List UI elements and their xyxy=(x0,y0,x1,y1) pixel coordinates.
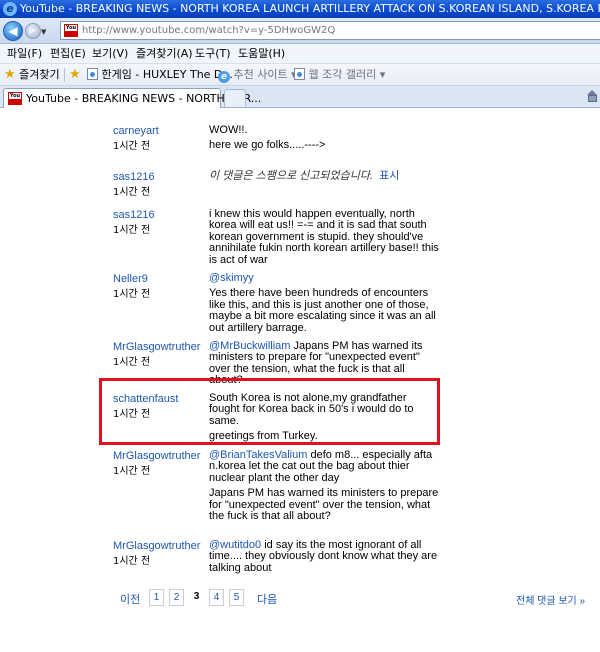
web-slice-icon xyxy=(294,68,305,80)
show-comment-link[interactable]: 표시 xyxy=(379,170,399,182)
highlight-annotation-box xyxy=(99,378,440,445)
forward-button[interactable]: ▶ xyxy=(25,23,41,39)
comment-body: 이 댓글은 스팸으로 신고되었습니다. 표시 xyxy=(209,170,469,186)
new-tab-button[interactable] xyxy=(224,89,246,107)
comment-author-link[interactable]: sas1216 xyxy=(113,209,155,221)
comment-text: Japans PM has warned its ministers to pr… xyxy=(209,487,439,523)
youtube-tab-icon: You xyxy=(8,92,22,105)
menu-bar: 파일(F) 편집(E) 보기(V) 즐겨찾기(A) 도구(T) 도움말(H) xyxy=(0,44,600,64)
comment-time: 1시간 전 xyxy=(113,141,151,152)
comment-time: 1시간 전 xyxy=(113,556,151,567)
ie-small-icon: e xyxy=(218,71,230,83)
address-field[interactable]: You http://www.youtube.com/watch?v=y-5DH… xyxy=(60,21,600,40)
comment-author-link[interactable]: MrGlasgowtruther xyxy=(113,450,200,462)
comment-author-link[interactable]: Neller9 xyxy=(113,273,148,285)
comment-text: Yes there have been hundreds of encounte… xyxy=(209,287,436,334)
home-icon[interactable] xyxy=(587,90,598,102)
next-page-link[interactable]: 다음 xyxy=(257,591,277,607)
comment-text: here we go folks.....----> xyxy=(209,139,326,152)
favorites-label: 즐겨찾기 xyxy=(19,68,60,81)
add-favorite-star-icon: ★ xyxy=(69,67,81,82)
comment-time: 1시간 전 xyxy=(113,357,151,368)
comment-body: i knew this would happen eventually, nor… xyxy=(209,208,439,270)
menu-tools[interactable]: 도구(T) xyxy=(195,44,231,64)
favorite-link-label: 한게임 - HUXLEY The D... xyxy=(101,68,233,81)
menu-favorites[interactable]: 즐겨찾기(A) xyxy=(136,44,193,64)
comment-time: 1시간 전 xyxy=(113,289,151,300)
menu-file[interactable]: 파일(F) xyxy=(7,44,42,64)
star-icon: ★ xyxy=(4,67,16,82)
spam-notice: 이 댓글은 스팸으로 신고되었습니다. xyxy=(209,170,374,182)
favorites-bar: ★ 즐겨찾기 ★ 한게임 - HUXLEY The D... e 추천 사이트 … xyxy=(0,64,600,86)
prev-page-link[interactable]: 이전 xyxy=(120,591,140,607)
comment-text: WOW!!. xyxy=(209,124,248,136)
add-favorite-button[interactable]: ★ xyxy=(69,64,81,86)
mention-link[interactable]: @skimyy xyxy=(209,272,439,284)
window-title-bar: e YouTube - BREAKING NEWS - NORTH KOREA L… xyxy=(0,0,600,18)
comment-author-link[interactable]: sas1216 xyxy=(113,171,155,183)
comment-body: @skimyy Yes there have been hundreds of … xyxy=(209,272,439,338)
page-link-2[interactable]: 2 xyxy=(169,589,184,606)
comment-time: 1시간 전 xyxy=(113,187,151,198)
navigation-bar: ◀ ▶ ▼ You http://www.youtube.com/watch?v… xyxy=(0,18,600,44)
internet-explorer-icon: e xyxy=(3,2,17,16)
comment-body: @BrianTakesValium defo m8... especially … xyxy=(209,449,439,526)
comment-time: 1시간 전 xyxy=(113,225,151,236)
web-slice-gallery-label: 웹 조각 갤러리 ▾ xyxy=(308,68,386,81)
pagination: 이전 1 2 3 4 5 다음 전체 댓글 보기 » xyxy=(0,587,600,611)
view-all-comments-link[interactable]: 전체 댓글 보기 » xyxy=(516,592,585,607)
history-dropdown-icon[interactable]: ▼ xyxy=(41,28,46,36)
divider xyxy=(64,68,65,82)
tab-bar: You YouTube - BREAKING NEWS - NORTH KOR.… xyxy=(0,86,600,108)
comment-body: WOW!!. here we go folks.....----> xyxy=(209,124,439,156)
suggested-sites-label: 추천 사이트 ▾ xyxy=(233,68,297,81)
comment-author-link[interactable]: MrGlasgowtruther xyxy=(113,341,200,353)
page-link-4[interactable]: 4 xyxy=(209,589,224,606)
menu-help[interactable]: 도움말(H) xyxy=(238,44,285,64)
youtube-favicon-icon: You xyxy=(64,24,78,37)
comment-time: 1시간 전 xyxy=(113,466,151,477)
menu-edit[interactable]: 편집(E) xyxy=(50,44,86,64)
mention-link[interactable]: @MrBuckwilliam xyxy=(209,340,290,352)
page-link-3-current: 3 xyxy=(189,589,204,606)
tab-youtube[interactable]: You YouTube - BREAKING NEWS - NORTH KOR.… xyxy=(3,88,261,108)
comment-author-link[interactable]: MrGlasgowtruther xyxy=(113,540,200,552)
suggested-sites-button[interactable]: e 추천 사이트 ▾ xyxy=(218,64,297,86)
url-text: http://www.youtube.com/watch?v=y-5DHwoGW… xyxy=(82,25,336,36)
favorites-button[interactable]: ★ 즐겨찾기 xyxy=(4,64,60,86)
web-slice-gallery-button[interactable]: 웹 조각 갤러리 ▾ xyxy=(294,64,385,86)
comment-text: i knew this would happen eventually, nor… xyxy=(209,208,439,266)
favorite-link-hangame[interactable]: 한게임 - HUXLEY The D... xyxy=(87,64,233,86)
page-icon xyxy=(87,68,98,80)
window-title: YouTube - BREAKING NEWS - NORTH KOREA LA… xyxy=(20,2,600,15)
page-link-5[interactable]: 5 xyxy=(229,589,244,606)
page-content: carneyart 1시간 전 WOW!!. here we go folks.… xyxy=(0,109,600,652)
comment-author-link[interactable]: carneyart xyxy=(113,125,159,137)
menu-view[interactable]: 보기(V) xyxy=(92,44,128,64)
comment-body: @wutitdo0 id say its the most ignorant o… xyxy=(209,539,439,578)
mention-link[interactable]: @wutitdo0 xyxy=(209,539,261,551)
page-link-1[interactable]: 1 xyxy=(149,589,164,606)
mention-link[interactable]: @BrianTakesValium xyxy=(209,449,307,461)
back-button[interactable]: ◀ xyxy=(3,21,23,41)
